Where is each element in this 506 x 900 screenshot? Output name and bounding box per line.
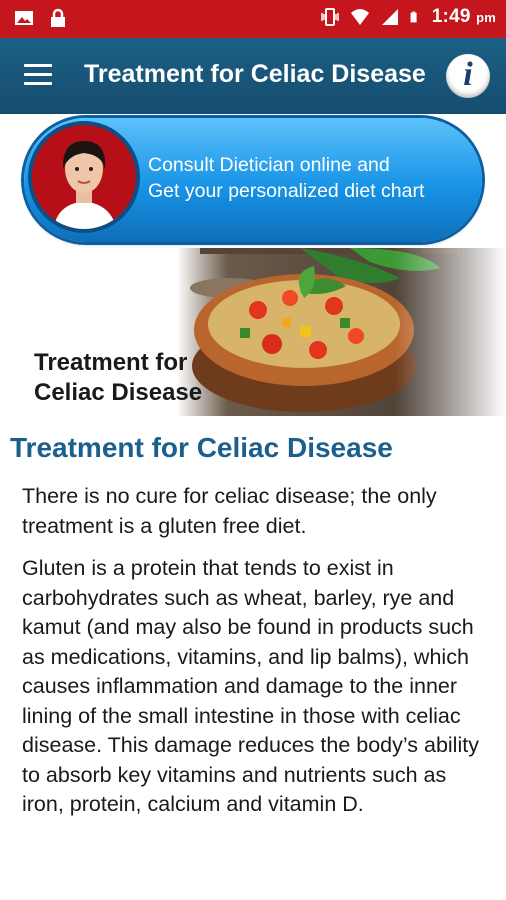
hero-image: Treatment for Celiac Disease bbox=[0, 248, 506, 416]
app-bar: Treatment for Celiac Disease i bbox=[0, 38, 506, 114]
status-bar: 1:49 pm bbox=[0, 0, 506, 38]
wifi-icon bbox=[350, 9, 369, 25]
battery-icon bbox=[410, 11, 417, 23]
dietician-avatar bbox=[32, 125, 136, 229]
banner-text: Consult Dietician online and Get your pe… bbox=[148, 152, 424, 204]
article-paragraph-2: Gluten is a protein that tends to exist … bbox=[22, 556, 479, 816]
article-heading: Treatment for Celiac Disease bbox=[10, 432, 393, 463]
menu-icon[interactable] bbox=[24, 64, 52, 86]
banner-line-1: Consult Dietician online and bbox=[148, 154, 390, 176]
image-icon bbox=[15, 11, 33, 25]
hero-caption: Treatment for Celiac Disease bbox=[34, 349, 203, 406]
vibrate-icon bbox=[321, 8, 339, 26]
signal-icon bbox=[381, 9, 398, 25]
info-button[interactable]: i bbox=[446, 54, 490, 98]
consult-dietician-banner[interactable]: Consult Dietician online and Get your pe… bbox=[24, 118, 482, 242]
info-icon: i bbox=[463, 56, 473, 93]
content-area[interactable]: Consult Dietician online and Get your pe… bbox=[0, 114, 506, 900]
clock: 1:49 pm bbox=[431, 6, 496, 27]
page-title: Treatment for Celiac Disease bbox=[84, 60, 426, 88]
article-paragraph-1: There is no cure for celiac disease; the… bbox=[22, 484, 437, 538]
banner-line-2: Get your personalized diet chart bbox=[148, 180, 425, 202]
lock-icon bbox=[51, 8, 65, 27]
